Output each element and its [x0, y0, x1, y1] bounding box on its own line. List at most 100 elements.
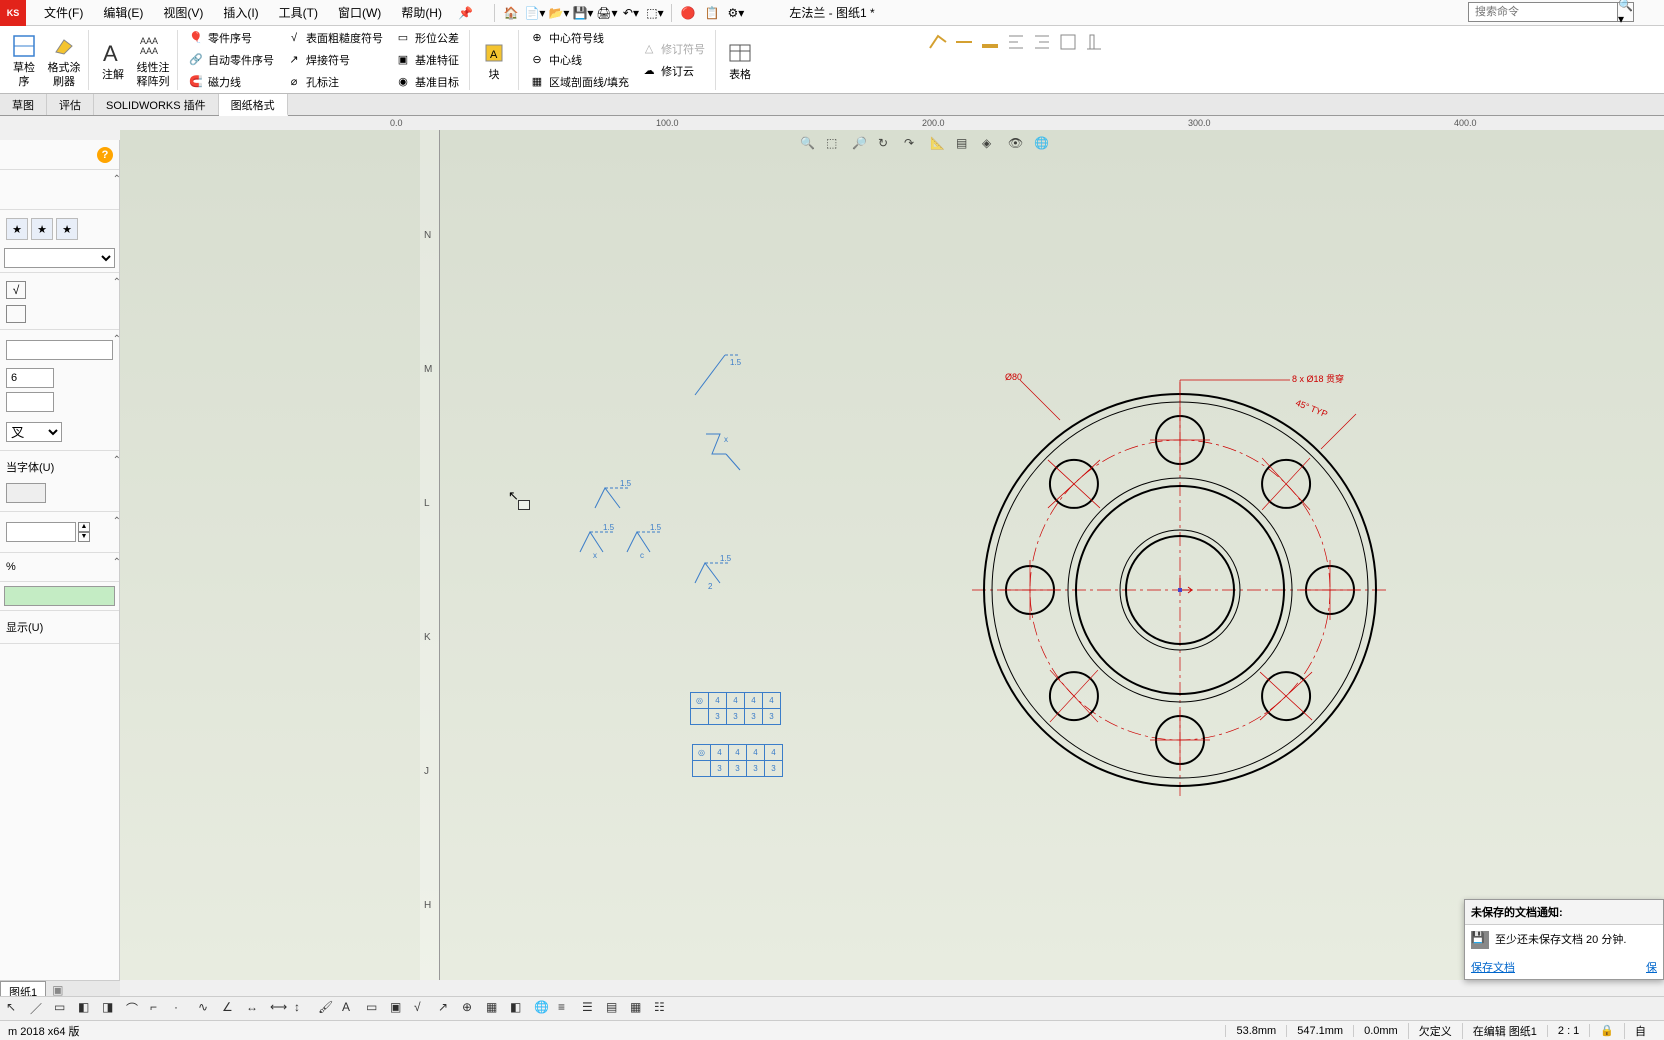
- menu-tools[interactable]: 工具(T): [269, 4, 328, 21]
- help-icon[interactable]: ?: [97, 147, 113, 163]
- zoom-status[interactable]: 2 : 1: [1547, 1025, 1589, 1037]
- cursor-select-icon[interactable]: ↖: [6, 1000, 24, 1018]
- horiz-icon[interactable]: ⟷: [270, 1000, 288, 1018]
- menu-file[interactable]: 文件(F): [34, 4, 93, 21]
- pin-icon[interactable]: 📌: [458, 6, 473, 20]
- drawing-canvas[interactable]: N M L K J H 🔍 ⬚ 🔎 ↻ ↷ 📐 ▤ ◈ 👁 🌐 ↖ 1.5 x …: [120, 130, 1664, 980]
- menu-view[interactable]: 视图(V): [153, 4, 213, 21]
- layer-icon[interactable]: ▤: [956, 136, 976, 154]
- save-document-link[interactable]: 保存文档: [1471, 959, 1515, 975]
- auto-balloon-button[interactable]: 🔗自动零件序号: [188, 50, 274, 70]
- align-l-icon[interactable]: ≡: [558, 1000, 576, 1018]
- datum2-icon[interactable]: ▣: [390, 1000, 408, 1018]
- select-icon[interactable]: ⬚▾: [644, 2, 666, 24]
- paint-icon[interactable]: 🖌: [318, 1000, 336, 1018]
- linear-pattern-button[interactable]: AAAAAA 线性注释阵列: [133, 30, 173, 90]
- tab-addins[interactable]: SOLIDWORKS 插件: [94, 94, 219, 115]
- redo-view-icon[interactable]: ↷: [904, 136, 924, 154]
- visibility-icon[interactable]: ◈: [982, 136, 1002, 154]
- options-list-icon[interactable]: 📋: [701, 2, 723, 24]
- surface-symbol-4[interactable]: 1.5x 1.5c: [575, 520, 675, 563]
- spline-icon[interactable]: ∿: [198, 1000, 216, 1018]
- panel-input-2[interactable]: [6, 368, 54, 388]
- balloon-button[interactable]: 🎈零件序号: [188, 28, 274, 48]
- rotate-view-icon[interactable]: ↻: [878, 136, 898, 154]
- menu-window[interactable]: 窗口(W): [328, 4, 391, 21]
- point-icon[interactable]: ·: [174, 1000, 192, 1018]
- line-icon[interactable]: ／: [30, 1000, 48, 1018]
- tables-button[interactable]: 表格: [720, 37, 760, 83]
- sqrt-icon[interactable]: √: [6, 281, 26, 299]
- zoom-area-icon[interactable]: ⬚: [826, 136, 846, 154]
- font-button[interactable]: [6, 483, 46, 503]
- gtol-button[interactable]: ▭形位公差: [395, 28, 459, 48]
- spinner-down-icon[interactable]: ▼: [78, 532, 90, 542]
- mini-table-2[interactable]: ◎4444 3333: [692, 744, 783, 777]
- weld2-icon[interactable]: ↗: [438, 1000, 456, 1018]
- search-input[interactable]: [1468, 2, 1618, 22]
- datum-feature-button[interactable]: ▣基准特征: [395, 50, 459, 70]
- flange-drawing-view[interactable]: Ø80 8 x Ø18 贯穿 45° TYP: [950, 360, 1410, 823]
- corner-icon[interactable]: ⌐: [150, 1000, 168, 1018]
- model-items-button[interactable]: 草检序: [4, 30, 44, 90]
- layer2-icon[interactable]: ▤: [606, 1000, 624, 1018]
- align3-icon[interactable]: [1058, 32, 1078, 52]
- align-r-icon[interactable]: ☰: [582, 1000, 600, 1018]
- 3d-icon[interactable]: ◨: [102, 1000, 120, 1018]
- dim-icon[interactable]: ↔: [246, 1000, 264, 1018]
- globe2-icon[interactable]: 🌐: [534, 1000, 552, 1018]
- area-hatch-button[interactable]: ▦区域剖面线/填充: [529, 72, 629, 92]
- rect-icon[interactable]: ▭: [54, 1000, 72, 1018]
- note-button[interactable]: A 注解: [93, 37, 133, 83]
- display-checkbox[interactable]: 显示(U): [4, 615, 115, 639]
- surface-symbol-5[interactable]: 1.52: [690, 555, 740, 592]
- undo-icon[interactable]: ↶▾: [620, 2, 642, 24]
- block-button[interactable]: A 块: [474, 37, 514, 83]
- panel-input-3[interactable]: [6, 392, 54, 412]
- open-icon[interactable]: 📂▾: [548, 2, 570, 24]
- surface-symbol-3[interactable]: 1.5: [590, 480, 640, 517]
- weld-symbol-button[interactable]: ↗焊接符号: [286, 50, 383, 70]
- vert-icon[interactable]: ↕: [294, 1000, 312, 1018]
- cube-icon[interactable]: ◧: [78, 1000, 96, 1018]
- magnetic-line-button[interactable]: 🧲磁力线: [188, 72, 274, 92]
- star-icon-3[interactable]: ★: [56, 218, 78, 240]
- layer-dropdown[interactable]: [4, 586, 115, 606]
- lock-icon[interactable]: 🔒: [1589, 1024, 1624, 1037]
- hole-callout-button[interactable]: ⌀孔标注: [286, 72, 383, 92]
- rebuild-icon[interactable]: 🔴: [677, 2, 699, 24]
- center2-icon[interactable]: ⊕: [462, 1000, 480, 1018]
- surface-symbol-1[interactable]: 1.5: [690, 350, 750, 403]
- menu-help[interactable]: 帮助(H): [391, 4, 452, 21]
- zoom-icon[interactable]: 🔎: [852, 136, 872, 154]
- hatch2-icon[interactable]: ▦: [486, 1000, 504, 1018]
- center-mark-button[interactable]: ⊕中心符号线: [529, 28, 629, 48]
- arc-icon[interactable]: ⌒: [126, 1000, 144, 1018]
- format-icon[interactable]: [928, 32, 948, 52]
- angle-icon[interactable]: ∠: [222, 1000, 240, 1018]
- section-view-icon[interactable]: 📐: [930, 136, 950, 154]
- globe-icon[interactable]: 🌐: [1034, 136, 1054, 154]
- tab-evaluate[interactable]: 评估: [47, 94, 94, 115]
- menu-edit[interactable]: 编辑(E): [93, 4, 153, 21]
- align4-icon[interactable]: [1084, 32, 1104, 52]
- panel-input-1[interactable]: [6, 340, 113, 360]
- block2-icon[interactable]: ◧: [510, 1000, 528, 1018]
- font-checkbox[interactable]: 当字体(U): [4, 455, 115, 479]
- mini-table-1[interactable]: ◎4444 3333: [690, 692, 781, 725]
- align2-icon[interactable]: [1032, 32, 1052, 52]
- print-icon[interactable]: 🖨▾: [596, 2, 618, 24]
- search-dropdown-icon[interactable]: 🔍▾: [1618, 2, 1634, 22]
- zoom-fit-icon[interactable]: 🔍: [800, 136, 820, 154]
- home-icon[interactable]: 🏠: [500, 2, 522, 24]
- cross-dropdown[interactable]: 叉: [6, 422, 62, 442]
- save-icon[interactable]: 💾▾: [572, 2, 594, 24]
- blank-slot[interactable]: [6, 305, 26, 323]
- revision-cloud-button[interactable]: ☁修订云: [641, 61, 705, 81]
- new-icon[interactable]: 📄▾: [524, 2, 546, 24]
- bom-icon[interactable]: ☷: [654, 1000, 672, 1018]
- datum-target-button[interactable]: ◉基准目标: [395, 72, 459, 92]
- surface-finish-button[interactable]: √表面粗糙度符号: [286, 28, 383, 48]
- surface-symbol-2[interactable]: x: [700, 430, 750, 477]
- style-dropdown[interactable]: [4, 248, 115, 268]
